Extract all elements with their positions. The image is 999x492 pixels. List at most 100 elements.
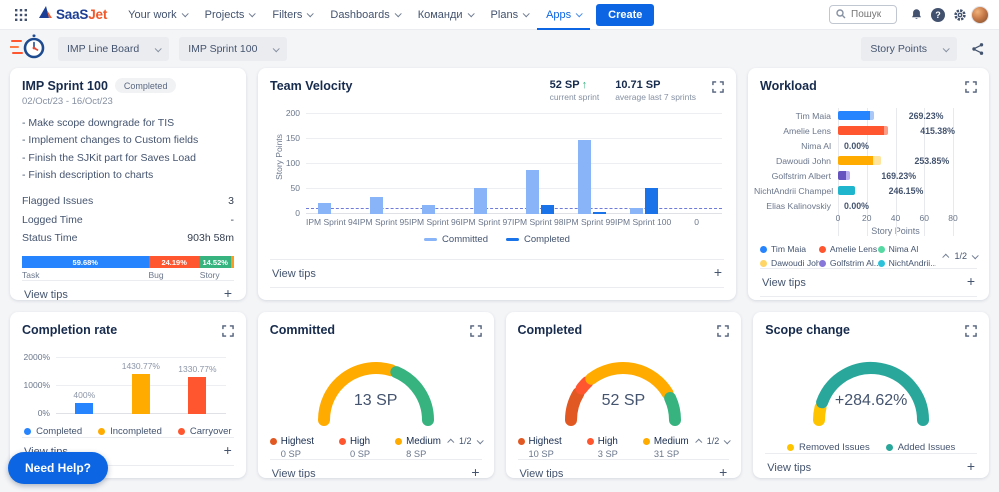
expand-icon[interactable] [712, 80, 724, 98]
scope-header: Scope change [753, 322, 989, 342]
plus-icon[interactable] [224, 445, 232, 458]
workload-row: Amelie Lens 415.38% [754, 123, 979, 138]
board-select[interactable]: IMP Line Board [58, 37, 170, 61]
stat-label: Flagged Issues [22, 195, 94, 208]
plus-icon[interactable] [967, 276, 975, 289]
legend-dot [877, 245, 885, 253]
expand-icon[interactable] [221, 324, 234, 342]
chevron-down-icon [273, 44, 281, 52]
app-switcher-icon[interactable] [10, 4, 32, 26]
bar-track: 0.00% [838, 138, 953, 153]
chevron-down-icon[interactable] [476, 436, 484, 444]
view-tips-row[interactable]: View tips [270, 259, 724, 288]
cards-row-2: Completion rate 0% 1000% 2000% 400% 1430.77%… [10, 312, 989, 478]
current-sprint-stat: 52 SP current sprint [550, 79, 600, 102]
plus-icon[interactable] [224, 288, 232, 300]
bar-completed [645, 188, 658, 214]
bar-incompleted [131, 373, 150, 414]
brand-logo[interactable]: SaaSJet [38, 5, 107, 24]
settings-gear-icon[interactable] [949, 4, 971, 26]
completed-legend: Highest 10 SP High 3 SP Medium 31 SP 1/2 [506, 430, 742, 459]
expand-icon[interactable] [469, 324, 482, 342]
bar-main [838, 126, 884, 135]
legend-label: Dawoudi John [771, 258, 819, 268]
legend-value: 0 SP [349, 449, 371, 459]
help-icon[interactable] [927, 4, 949, 26]
view-tips-label: View tips [767, 461, 812, 474]
dashboard-grid: IMP Sprint 100 Completed 02/Oct/23 - 16/… [10, 68, 989, 478]
view-tips-label: View tips [762, 276, 806, 289]
nav-item-label: Your work [128, 8, 177, 21]
legend-value: 0 SP [280, 449, 301, 459]
user-avatar[interactable] [971, 5, 989, 24]
search-box[interactable] [829, 5, 897, 24]
stat-label: Status Time [22, 232, 78, 244]
view-tips-row[interactable]: View tips [765, 453, 977, 478]
workload-row: NichtAndrii Champel 246.15% [754, 183, 979, 198]
legend-label: Golfstrim Al... [829, 258, 878, 268]
nav-item-filters[interactable]: Filters [263, 0, 321, 30]
nav-item-your-work[interactable]: Your work [119, 0, 196, 30]
expand-icon[interactable] [965, 80, 977, 98]
share-icon[interactable] [967, 38, 989, 60]
percent-label: 0.00% [844, 140, 869, 151]
expand-icon[interactable] [965, 324, 977, 342]
sprint-select[interactable]: IMP Sprint 100 [179, 37, 288, 61]
bar-group [618, 114, 670, 214]
plus-icon[interactable] [967, 461, 975, 474]
legend-item: Dawoudi John [760, 258, 819, 268]
breakdown-segment-label: Story [199, 270, 220, 281]
nav-item-команди[interactable]: Команди [409, 0, 482, 30]
view-tips-row[interactable]: View tips [269, 459, 482, 478]
chevron-down-icon [307, 10, 315, 18]
legend-dot [517, 438, 525, 445]
chevron-up-icon[interactable] [447, 438, 455, 446]
bar-track: 0.00% [838, 198, 953, 213]
nav-item-dashboards[interactable]: Dashboards [321, 0, 408, 30]
pager-label: 1/2 [706, 436, 720, 446]
chevron-up-icon[interactable] [942, 253, 950, 261]
workload-row: Elias Kalinovskiy 0.00% [754, 198, 979, 213]
nav-item-apps[interactable]: Apps [537, 0, 590, 30]
velocity-x-axis: IPM Sprint 94 IPM Sprint 95 IPM Sprint 96 I… [306, 217, 722, 227]
create-button[interactable]: Create [596, 3, 655, 26]
sprint-goal-line: - Implement changes to Custom fields [22, 134, 199, 147]
legend-dot [98, 428, 106, 435]
legend-item: Highest 0 SP [269, 436, 314, 459]
notifications-bell-icon[interactable] [905, 4, 927, 26]
legend-pager: 1/2 [447, 436, 484, 446]
legend-item: Tim Maia [760, 244, 819, 254]
need-help-button[interactable]: Need Help? [8, 452, 109, 484]
bar-completed [75, 402, 94, 414]
search-input[interactable] [851, 9, 890, 20]
plus-icon[interactable] [719, 467, 727, 478]
workload-legend-items: Tim Maia Amelie Lens Nima Al Dawoudi John Go… [760, 244, 936, 268]
completed-header: Completed [506, 322, 742, 342]
sprint-goal-line: - Finish description to charts [22, 168, 154, 181]
x-tick-label: 40 [890, 213, 901, 223]
nav-item-plans[interactable]: Plans [482, 0, 538, 30]
scope-legend: Removed Issues Added Issues [753, 442, 989, 453]
assignee-name: Tim Maia [795, 110, 831, 121]
sprint-stats: Flagged Issues 3 Logged Time - Status Time 90… [10, 184, 246, 247]
view-tips-row[interactable]: View tips [760, 268, 977, 297]
percent-label: 253.85% [914, 155, 950, 166]
expand-icon[interactable] [717, 324, 730, 342]
y-tick-label: 100 [285, 158, 300, 168]
plus-icon[interactable] [714, 267, 722, 280]
nav-item-projects[interactable]: Projects [196, 0, 264, 30]
unit-select[interactable]: Story Points [861, 37, 957, 61]
plus-icon[interactable] [471, 467, 479, 478]
bar-group [306, 114, 358, 214]
team-velocity-card: Team Velocity 52 SP current sprint 10.71… [258, 68, 736, 300]
chevron-down-icon[interactable] [971, 251, 979, 259]
legend-item: Carryover [177, 426, 232, 437]
view-tips-row[interactable]: View tips [517, 459, 730, 478]
workload-bar [838, 171, 875, 180]
view-tips-row[interactable]: View tips [22, 280, 234, 300]
chevron-down-icon[interactable] [723, 436, 731, 444]
legend-dot [642, 438, 650, 445]
legend-label: Removed Issues [798, 442, 870, 453]
chevron-up-icon[interactable] [694, 438, 703, 446]
completed-title: Completed [517, 323, 583, 337]
